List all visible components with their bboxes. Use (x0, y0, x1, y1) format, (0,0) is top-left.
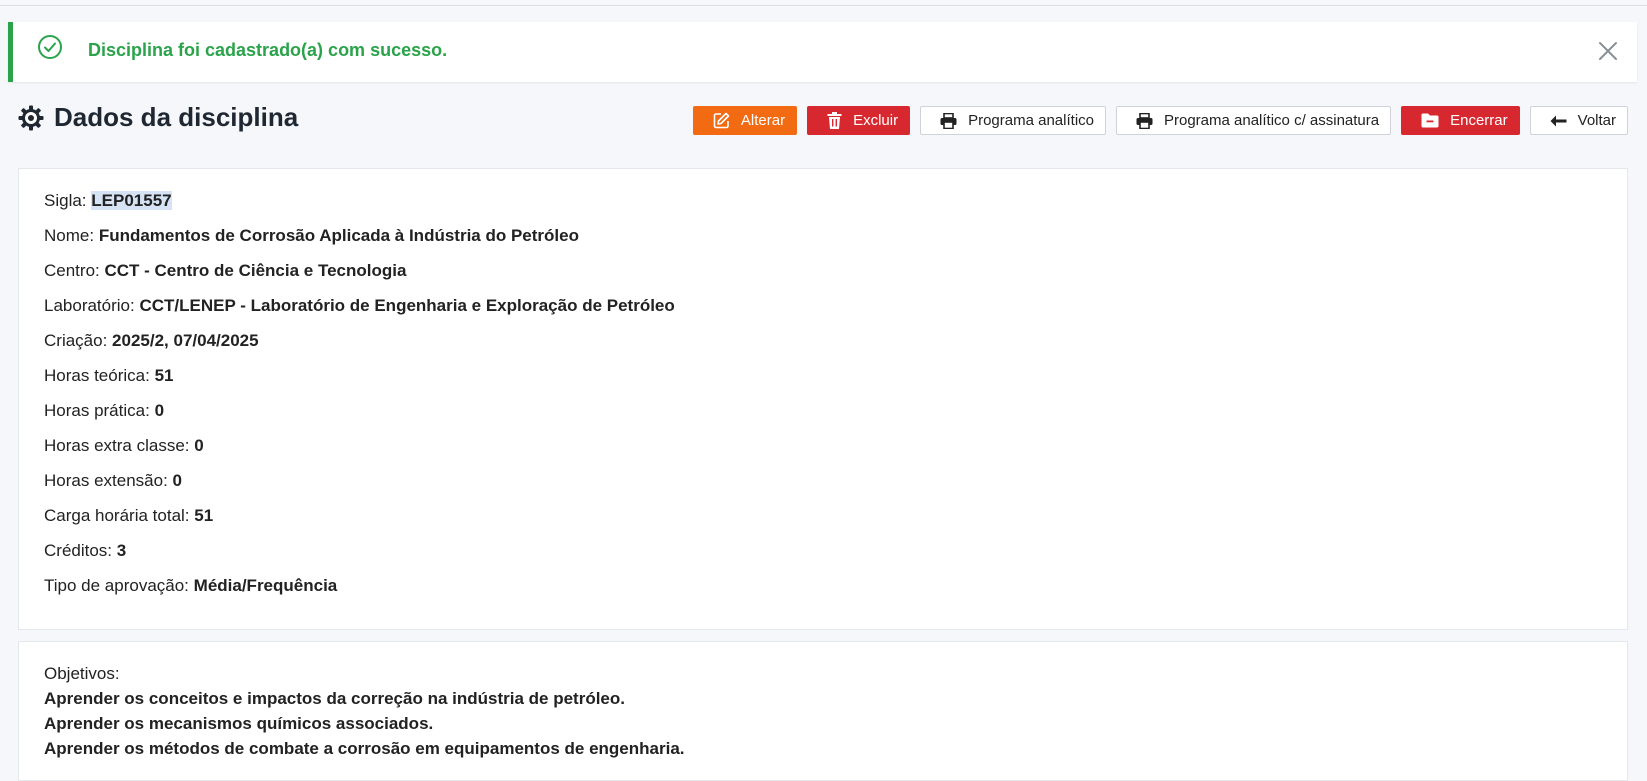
field-centro: Centro: CCT - Centro de Ciência e Tecnol… (44, 261, 406, 281)
tipo-aprovacao-value: Média/Frequência (193, 576, 338, 595)
alert-message: Disciplina foi cadastrado(a) com sucesso… (88, 40, 448, 60)
action-toolbar: Alterar Excluir Programa analítico Progr… (692, 106, 1628, 135)
creditos-value: 3 (116, 541, 127, 560)
printer-icon (1136, 112, 1153, 129)
horas-pratica-label: Horas prática: (44, 401, 150, 420)
folder-minus-icon (1421, 113, 1439, 128)
page-title: Dados da disciplina (54, 102, 299, 132)
horas-extra-label: Horas extra classe: (44, 436, 190, 455)
encerrar-label: Encerrar (1450, 112, 1508, 129)
programa-assinatura-button[interactable]: Programa analítico c/ assinatura (1116, 106, 1392, 135)
excluir-label: Excluir (853, 112, 899, 129)
trash-icon (827, 112, 842, 129)
success-alert: Disciplina foi cadastrado(a) com sucesso… (8, 22, 1637, 82)
gear-icon (18, 105, 44, 130)
programa-analitico-button[interactable]: Programa analítico (920, 106, 1106, 135)
horas-pratica-value: 0 (154, 401, 165, 420)
laboratorio-label: Laboratório: (44, 296, 135, 315)
field-creditos: Créditos: 3 (44, 541, 126, 561)
arrow-left-icon (1550, 115, 1567, 126)
encerrar-button[interactable]: Encerrar (1401, 106, 1520, 135)
field-horas-extra: Horas extra classe: 0 (44, 436, 204, 456)
voltar-label: Voltar (1577, 112, 1616, 129)
details-card: Sigla: LEP01557 Nome: Fundamentos de Cor… (18, 168, 1628, 630)
excluir-button[interactable]: Excluir (807, 106, 911, 135)
laboratorio-value: CCT/LENEP - Laboratório de Engenharia e … (139, 296, 675, 315)
voltar-button[interactable]: Voltar (1529, 106, 1628, 135)
sigla-label: Sigla: (44, 191, 87, 210)
close-icon[interactable] (1597, 40, 1619, 62)
edit-icon (713, 112, 730, 129)
field-laboratorio: Laboratório: CCT/LENEP - Laboratório de … (44, 296, 675, 316)
objective-line: Aprender os métodos de combate a corrosã… (44, 739, 685, 758)
objectives-label: Objetivos: (44, 664, 120, 683)
field-horas-pratica: Horas prática: 0 (44, 401, 164, 421)
field-criacao: Criação: 2025/2, 07/04/2025 (44, 331, 259, 351)
alterar-label: Alterar (740, 112, 786, 129)
nome-label: Nome: (44, 226, 95, 245)
centro-value: CCT - Centro de Ciência e Tecnologia (104, 261, 407, 280)
carga-total-value: 51 (194, 506, 214, 525)
nome-value: Fundamentos de Corrosão Aplicada à Indús… (98, 226, 579, 245)
tipo-aprovacao-label: Tipo de aprovação: (44, 576, 189, 595)
centro-label: Centro: (44, 261, 100, 280)
horas-extensao-label: Horas extensão: (44, 471, 168, 490)
field-horas-extensao: Horas extensão: 0 (44, 471, 182, 491)
sigla-value: LEP01557 (91, 191, 172, 210)
field-tipo-aprovacao: Tipo de aprovação: Média/Frequência (44, 576, 337, 596)
programa-assinatura-label: Programa analítico c/ assinatura (1164, 112, 1380, 129)
objectives-card: Objetivos: Aprender os conceitos e impac… (18, 641, 1628, 781)
field-carga-total: Carga horária total: 51 (44, 506, 213, 526)
creditos-label: Créditos: (44, 541, 113, 560)
field-horas-teorica: Horas teórica: 51 (44, 366, 173, 386)
objective-line: Aprender os mecanismos químicos associad… (44, 714, 434, 733)
field-nome: Nome: Fundamentos de Corrosão Aplicada à… (44, 226, 579, 246)
horas-teorica-label: Horas teórica: (44, 366, 150, 385)
printer-icon (940, 112, 957, 129)
horas-extensao-value: 0 (172, 471, 182, 490)
top-divider (0, 5, 1647, 6)
alterar-button[interactable]: Alterar (692, 106, 798, 135)
carga-total-label: Carga horária total: (44, 506, 190, 525)
page-header: Dados da disciplina (18, 102, 298, 133)
horas-extra-value: 0 (194, 436, 204, 455)
horas-teorica-value: 51 (154, 366, 174, 385)
criacao-label: Criação: (44, 331, 108, 350)
check-circle-icon (38, 35, 62, 59)
objective-line: Aprender os conceitos e impactos da corr… (44, 689, 625, 708)
field-sigla: Sigla: LEP01557 (44, 191, 172, 211)
criacao-value: 2025/2, 07/04/2025 (112, 331, 259, 350)
programa-analitico-label: Programa analítico (968, 112, 1094, 129)
